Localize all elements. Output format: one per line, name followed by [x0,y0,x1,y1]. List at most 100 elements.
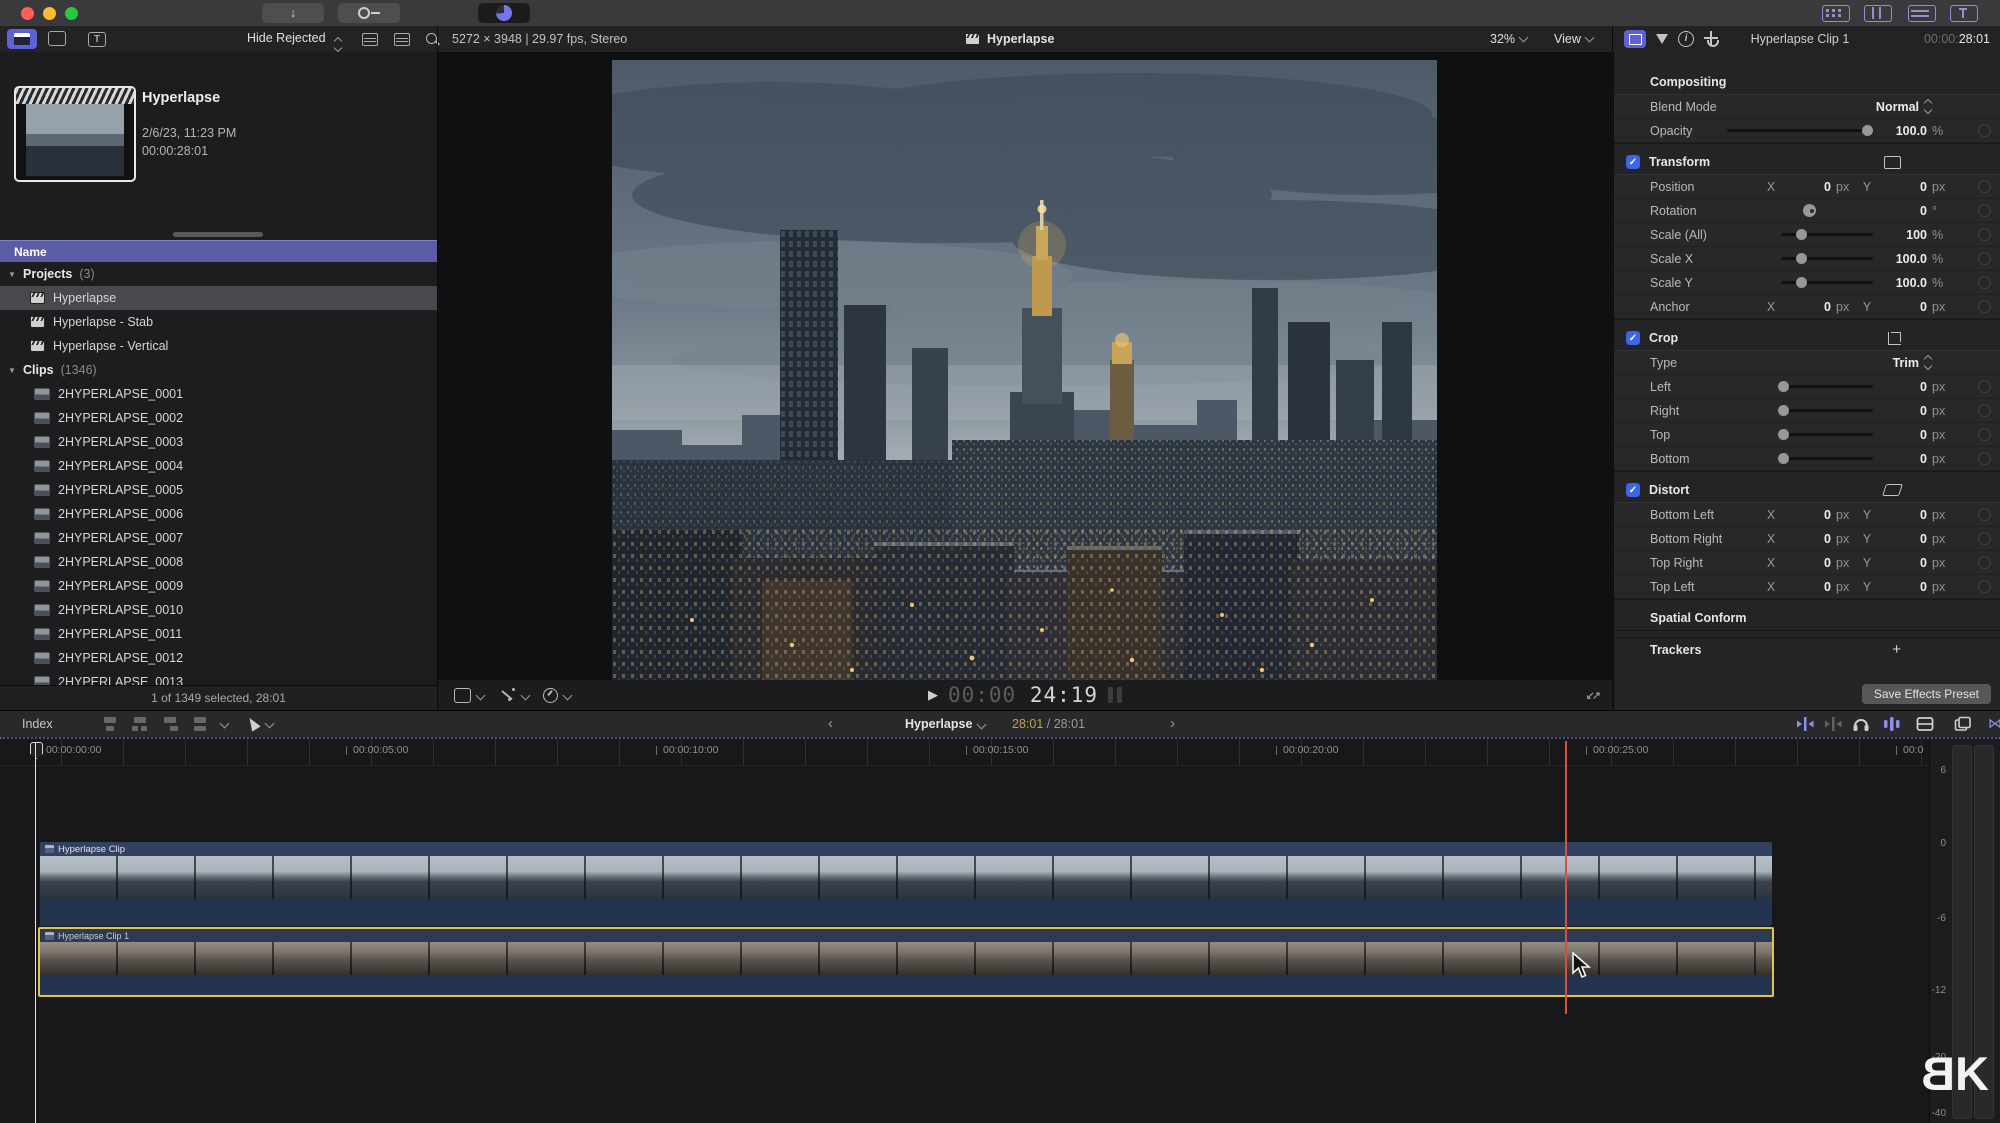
clip-row[interactable]: 2HYPERLAPSE_0010 [0,598,437,622]
clip-appearance-button[interactable] [1916,716,1934,732]
save-effects-preset-button[interactable]: Save Effects Preset [1862,684,1991,704]
anchor-x-field[interactable]: 0 [1781,300,1831,314]
scale-all-slider[interactable] [1727,223,1877,246]
insert-clip-button[interactable] [132,717,148,731]
connect-clip-button[interactable] [102,717,118,731]
reset-button[interactable] [1953,276,1991,289]
titles-sidebar-toggle[interactable]: T [88,31,106,47]
clip-row[interactable]: 2HYPERLAPSE_0013 [0,670,437,686]
crop-right-slider[interactable] [1727,399,1877,422]
key-button[interactable] [338,3,400,23]
opacity-slider[interactable] [1727,119,1877,142]
project-row-hyperlapse-stab[interactable]: Hyperlapse - Stab [0,310,437,334]
trackers-section-header[interactable]: Trackers + [1614,637,2000,661]
reset-button[interactable] [1953,180,1991,193]
clip-row[interactable]: 2HYPERLAPSE_0006 [0,502,437,526]
clip-row[interactable]: 2HYPERLAPSE_0005 [0,478,437,502]
timeline-ruler[interactable]: 00:00:00:00 00:00:05:00 00:00:10:00 00:0… [0,739,1930,766]
reset-button[interactable] [1953,300,1991,313]
position-y-field[interactable]: 0 [1877,180,1927,194]
compositing-section-header[interactable]: Compositing [1614,70,2000,94]
clip-row[interactable]: 2HYPERLAPSE_0003 [0,430,437,454]
clips-group-row[interactable]: ▼ Clips (1346) [0,358,437,382]
crop-checkbox[interactable]: ✓ [1626,331,1640,345]
rotation-field[interactable]: 0 [1877,204,1927,218]
retime-dropdown[interactable] [543,688,571,703]
fullscreen-button[interactable]: ↙↗ [1586,689,1598,702]
workspace-rows-icon[interactable] [1908,5,1936,22]
reset-button[interactable] [1953,580,1991,593]
tool-selector-dropdown[interactable] [248,717,273,730]
reset-button[interactable] [1953,428,1991,441]
project-row-hyperlapse[interactable]: Hyperlapse [0,286,437,310]
mini-audio-meter-icon[interactable] [1108,687,1122,703]
append-clip-button[interactable] [162,717,178,731]
crop-type-dropdown[interactable]: Trim [1791,356,1931,370]
disclosure-triangle-icon[interactable]: ▼ [8,270,18,279]
snapping-button[interactable]: ⋈ [1988,715,2000,732]
transform-section-header[interactable]: ✓ Transform [1614,150,2000,174]
clip-row[interactable]: 2HYPERLAPSE_0012 [0,646,437,670]
tab-video-inspector[interactable] [1624,30,1646,48]
download-button[interactable]: ↓ [262,3,324,23]
filmstrip-view-button[interactable] [394,33,410,49]
rotation-dial[interactable] [1803,204,1816,217]
spatial-conform-section-header[interactable]: Spatial Conform [1614,606,2000,630]
audio-skimming-button[interactable] [1882,716,1902,732]
transform-tool-dropdown[interactable] [454,688,484,703]
crop-left-slider[interactable] [1727,375,1877,398]
timeline-clip-hyperlapse[interactable]: Hyperlapse Clip [40,842,1772,926]
timeline-index-button[interactable] [1954,716,1972,732]
reset-button[interactable] [1953,124,1991,137]
viewer-video-frame[interactable] [612,60,1437,680]
search-button[interactable] [426,33,437,47]
previous-project-button[interactable]: ‹ [828,715,833,732]
scale-x-slider[interactable] [1727,247,1877,270]
clip-row[interactable]: 2HYPERLAPSE_0009 [0,574,437,598]
crop-bottom-slider[interactable] [1727,447,1877,470]
clip-row[interactable]: 2HYPERLAPSE_0004 [0,454,437,478]
list-view-button[interactable] [362,33,378,49]
media-sidebar-toggle[interactable] [7,29,37,49]
panel-resize-handle[interactable] [173,232,263,237]
audio-monitor-button[interactable] [1852,716,1870,733]
reset-button[interactable] [1953,228,1991,241]
workspace-columns-icon[interactable] [1864,5,1892,22]
distort-section-header[interactable]: ✓ Distort [1614,478,2000,502]
close-window-button[interactable] [21,7,34,20]
transform-checkbox[interactable]: ✓ [1626,155,1640,169]
timeline-clip-hyperlapse-clip-1-selected[interactable]: Hyperlapse Clip 1 [38,927,1774,997]
timeline-project-dropdown[interactable]: Hyperlapse [905,717,985,731]
reset-button[interactable] [1953,380,1991,393]
zoom-window-button[interactable] [65,7,78,20]
blend-mode-dropdown[interactable]: Normal [1791,100,1931,114]
minimize-window-button[interactable] [43,7,56,20]
tab-color-inspector[interactable] [1656,34,1668,44]
play-button[interactable]: ▶ [928,687,938,703]
scale-y-slider[interactable] [1727,271,1877,294]
add-tracker-button[interactable]: + [1892,641,1901,658]
distort-checkbox[interactable]: ✓ [1626,483,1640,497]
clip-row[interactable]: 2HYPERLAPSE_0002 [0,406,437,430]
distort-onscreen-controls-icon[interactable] [1882,484,1903,496]
project-row-hyperlapse-vertical[interactable]: Hyperlapse - Vertical [0,334,437,358]
disclosure-triangle-icon[interactable]: ▼ [8,366,18,375]
clip-filter-dropdown[interactable]: Hide Rejected [247,31,341,51]
reset-button[interactable] [1953,556,1991,569]
clip-row[interactable]: 2HYPERLAPSE_0008 [0,550,437,574]
projects-group-row[interactable]: ▼ Projects (3) [0,262,437,286]
overwrite-clip-button[interactable] [192,717,208,731]
reset-button[interactable] [1953,508,1991,521]
reset-button[interactable] [1953,252,1991,265]
tab-info-inspector[interactable]: i [1678,31,1694,47]
trim-end-button[interactable] [1824,716,1842,732]
reset-button[interactable] [1953,204,1991,217]
photos-sidebar-toggle[interactable] [48,31,66,49]
viewer-timecode[interactable]: 00:00 24:19 [948,683,1098,707]
crop-section-header[interactable]: ✓ Crop [1614,326,2000,350]
anchor-y-field[interactable]: 0 [1877,300,1927,314]
position-x-field[interactable]: 0 [1781,180,1831,194]
viewer-view-dropdown[interactable]: View [1554,32,1593,46]
clip-row[interactable]: 2HYPERLAPSE_0011 [0,622,437,646]
transform-onscreen-controls-icon[interactable] [1884,156,1901,169]
